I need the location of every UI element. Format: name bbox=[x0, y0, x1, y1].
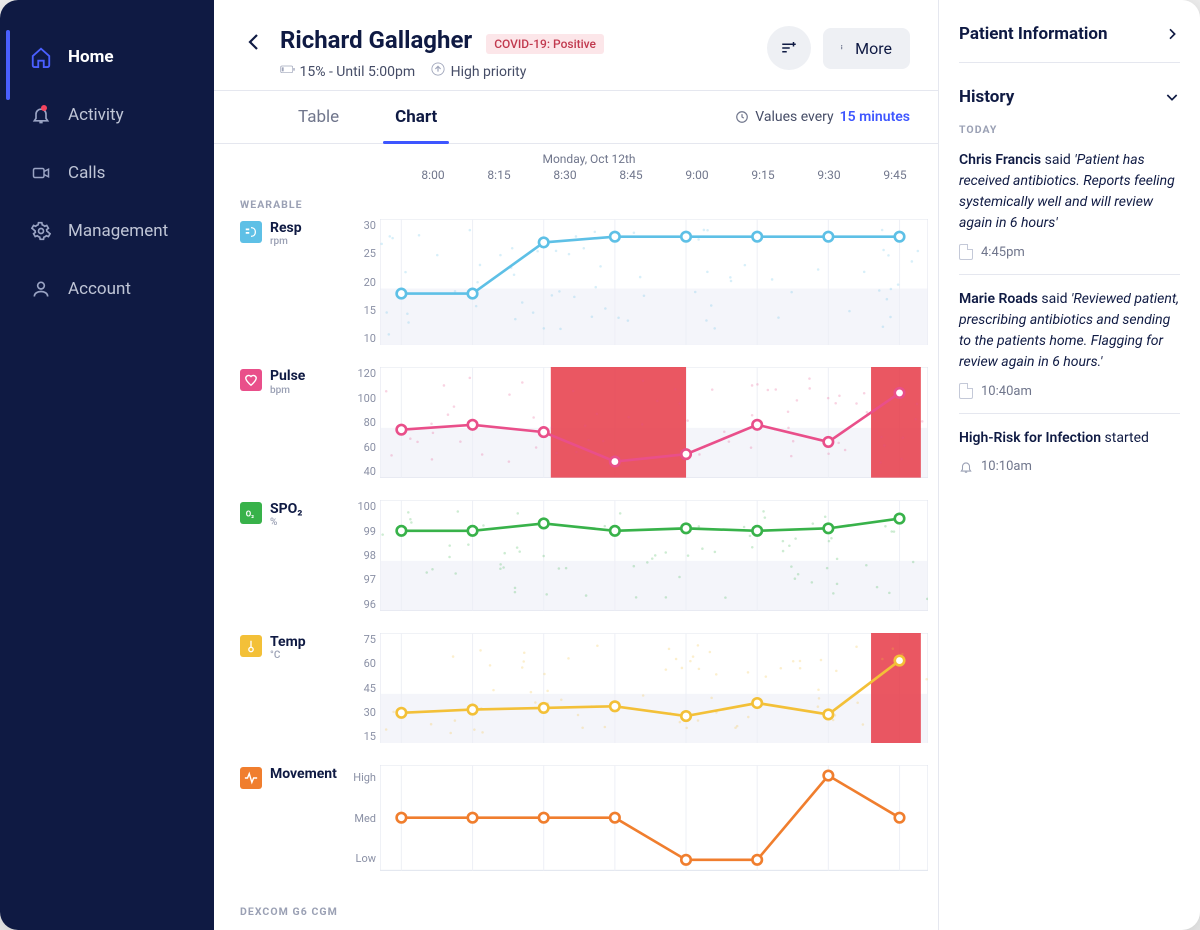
resp-icon bbox=[240, 221, 262, 243]
chart-temp bbox=[380, 633, 928, 744]
battery-status: 15% - Until 5:00pm bbox=[280, 63, 415, 80]
sidebar-item-label: Activity bbox=[68, 105, 124, 125]
home-icon bbox=[30, 46, 52, 68]
history-entry[interactable]: High-Risk for Infection started 10:10am bbox=[959, 414, 1180, 488]
tabs-row: Table Chart Values every 15 minutes bbox=[214, 91, 938, 144]
document-icon bbox=[959, 244, 973, 260]
sidebar-item-management[interactable]: Management bbox=[0, 202, 214, 260]
time-tick: 9:45 bbox=[862, 168, 928, 182]
main: Richard Gallagher COVID-19: Positive 15%… bbox=[214, 0, 938, 930]
time-tick: 8:30 bbox=[532, 168, 598, 182]
chevron-down-icon bbox=[1164, 89, 1180, 105]
spo2-icon: O₂ bbox=[240, 502, 262, 524]
metric-spo2: O₂ SPO₂ % 10099989796 bbox=[240, 500, 938, 611]
section-dexcom: DEXCOM G6 CGM bbox=[240, 893, 938, 926]
priority-status: High priority bbox=[431, 62, 526, 80]
patient-name: Richard Gallagher bbox=[280, 26, 472, 54]
metric-name: Pulse bbox=[270, 369, 305, 384]
chart-time-axis: 8:008:158:308:459:009:159:309:45 bbox=[240, 168, 928, 186]
svg-text:O₂: O₂ bbox=[246, 510, 254, 519]
metric-name: Temp bbox=[270, 635, 306, 650]
patient-info-section[interactable]: Patient Information bbox=[959, 0, 1180, 63]
chart-date: Monday, Oct 12th bbox=[240, 144, 938, 168]
bell-icon bbox=[959, 460, 973, 474]
metric-name: Movement bbox=[270, 767, 337, 782]
camera-icon bbox=[30, 162, 52, 184]
gear-icon bbox=[30, 220, 52, 242]
tab-table[interactable]: Table bbox=[292, 91, 345, 143]
sidebar-item-label: Account bbox=[68, 279, 131, 299]
tab-chart[interactable]: Chart bbox=[389, 91, 443, 143]
metric-unit: rpm bbox=[270, 236, 302, 247]
time-tick: 9:15 bbox=[730, 168, 796, 182]
section-wearable: WEARABLE bbox=[240, 186, 938, 219]
history-section[interactable]: History bbox=[959, 63, 1180, 113]
metric-move: Movement HighMedLow bbox=[240, 765, 938, 870]
metric-name: Resp bbox=[270, 221, 302, 236]
time-tick: 9:30 bbox=[796, 168, 862, 182]
chart-area[interactable]: Monday, Oct 12th 8:008:158:308:459:009:1… bbox=[214, 144, 938, 930]
sidebar-item-activity[interactable]: Activity bbox=[0, 86, 214, 144]
metric-unit: °C bbox=[270, 650, 306, 661]
add-filter-button[interactable] bbox=[767, 26, 811, 70]
sidebar-item-label: Home bbox=[68, 47, 114, 67]
covid-status-badge: COVID-19: Positive bbox=[486, 34, 604, 54]
chart-pulse bbox=[380, 367, 928, 478]
metric-name: SPO₂ bbox=[270, 502, 303, 517]
time-tick: 9:00 bbox=[664, 168, 730, 182]
sidebar-item-calls[interactable]: Calls bbox=[0, 144, 214, 202]
history-today-label: TODAY bbox=[959, 113, 1180, 136]
history-entry[interactable]: Marie Roads said 'Reviewed patient, pres… bbox=[959, 275, 1180, 414]
time-tick: 8:00 bbox=[400, 168, 466, 182]
temp-icon bbox=[240, 635, 262, 657]
chart-resp bbox=[380, 219, 928, 345]
back-button[interactable] bbox=[240, 28, 268, 56]
right-panel: Patient Information History TODAY Chris … bbox=[938, 0, 1200, 930]
values-every[interactable]: Values every 15 minutes bbox=[735, 109, 910, 125]
chevron-right-icon bbox=[1164, 26, 1180, 42]
battery-icon bbox=[280, 63, 296, 77]
bell-icon bbox=[30, 104, 52, 126]
chart-move bbox=[380, 765, 928, 870]
time-tick: 8:15 bbox=[466, 168, 532, 182]
chart-spo2 bbox=[380, 500, 928, 611]
sidebar: Home Activity Calls Management Acco bbox=[0, 0, 214, 930]
sidebar-item-label: Management bbox=[68, 221, 168, 241]
more-button-label: More bbox=[855, 39, 892, 58]
pulse-icon bbox=[240, 369, 262, 391]
metric-unit: bpm bbox=[270, 385, 305, 396]
metric-pulse: Pulse bpm 120100806040 bbox=[240, 367, 938, 478]
metric-temp: Temp °C 7560453015 bbox=[240, 633, 938, 744]
sidebar-item-account[interactable]: Account bbox=[0, 260, 214, 318]
sidebar-item-home[interactable]: Home bbox=[0, 28, 214, 86]
metric-unit: % bbox=[270, 517, 303, 528]
more-button[interactable]: More bbox=[823, 28, 910, 69]
header: Richard Gallagher COVID-19: Positive 15%… bbox=[214, 0, 938, 91]
move-icon bbox=[240, 767, 262, 789]
metric-resp: Resp rpm 3025201510 bbox=[240, 219, 938, 345]
document-icon bbox=[959, 383, 973, 399]
person-icon bbox=[30, 278, 52, 300]
clock-icon bbox=[735, 110, 749, 124]
history-entry[interactable]: Chris Francis said 'Patient has received… bbox=[959, 136, 1180, 275]
time-tick: 8:45 bbox=[598, 168, 664, 182]
sidebar-item-label: Calls bbox=[68, 163, 105, 183]
priority-up-icon bbox=[431, 62, 447, 76]
